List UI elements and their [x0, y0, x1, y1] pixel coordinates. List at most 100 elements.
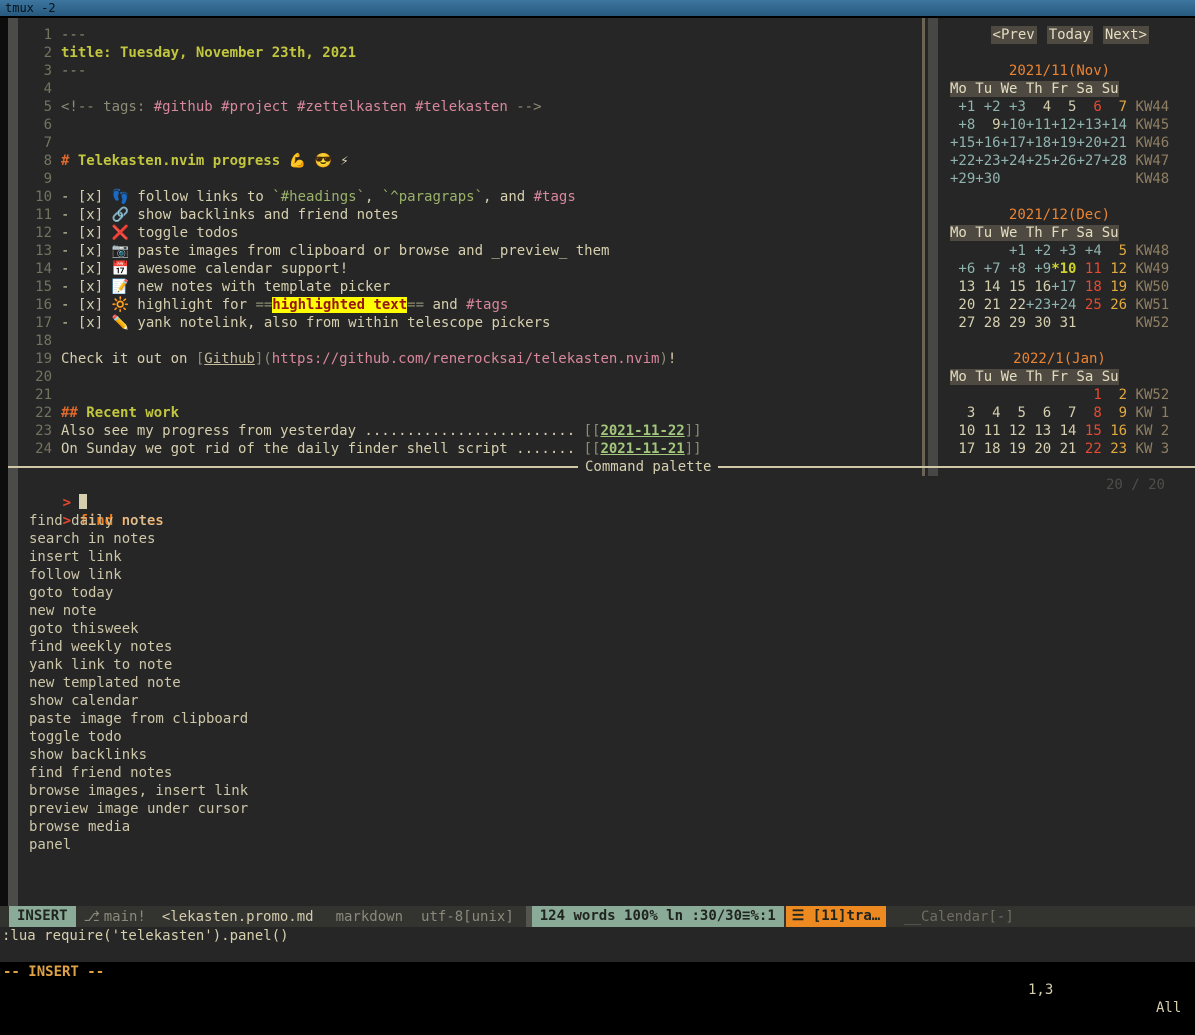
calendar-day[interactable]: 8	[1076, 405, 1101, 421]
calendar-day[interactable]: +13	[1076, 117, 1101, 133]
calendar-day[interactable]: +2	[1026, 243, 1051, 259]
calendar-day[interactable]: +4	[1076, 243, 1101, 259]
editor-line[interactable]: 20	[18, 368, 922, 386]
calendar-day[interactable]: 26	[1102, 297, 1127, 313]
editor-line[interactable]: 16- [x] 🔆 highlight for ==highlighted te…	[18, 296, 922, 314]
palette-item[interactable]: follow link	[12, 566, 1195, 584]
calendar-day[interactable]: 30	[1026, 315, 1051, 331]
palette-item[interactable]: yank link to note	[12, 656, 1195, 674]
calendar-day[interactable]: +3	[1001, 99, 1026, 115]
calendar-day[interactable]: +29	[950, 171, 975, 187]
editor-line[interactable]: 1---	[18, 26, 922, 44]
calendar-day[interactable]: 22	[1001, 297, 1026, 313]
calendar-day[interactable]: +27	[1076, 153, 1101, 169]
calendar-day[interactable]: 11	[975, 423, 1000, 439]
palette-item[interactable]: show calendar	[12, 692, 1195, 710]
palette-selected-item[interactable]: > find notes	[12, 494, 1195, 512]
calendar-day[interactable]: 9	[975, 117, 1000, 133]
calendar-day[interactable]: +8	[1001, 261, 1026, 277]
calendar-day[interactable]: +6	[950, 261, 975, 277]
palette-item[interactable]: show backlinks	[12, 746, 1195, 764]
calendar-day[interactable]: 6	[1076, 99, 1101, 115]
editor-line[interactable]: 6	[18, 116, 922, 134]
calendar-day[interactable]: 7	[1051, 405, 1076, 421]
calendar-day[interactable]: +17	[1001, 135, 1026, 151]
palette-item[interactable]: new note	[12, 602, 1195, 620]
calendar-day[interactable]: 27	[950, 315, 975, 331]
calendar-day[interactable]: 15	[1076, 423, 1101, 439]
editor-line[interactable]: 9	[18, 170, 922, 188]
editor-line[interactable]: 2title: Tuesday, November 23th, 2021	[18, 44, 922, 62]
palette-item[interactable]: new templated note	[12, 674, 1195, 692]
editor-line[interactable]: 5<!-- tags: #github #project #zettelkast…	[18, 98, 922, 116]
calendar-day[interactable]: +26	[1051, 153, 1076, 169]
calendar-next-button[interactable]: Next>	[1103, 26, 1149, 44]
calendar-prev-button[interactable]: <Prev	[991, 26, 1037, 44]
calendar-day[interactable]: 2	[1102, 387, 1127, 403]
palette-item[interactable]: find weekly notes	[12, 638, 1195, 656]
editor-line[interactable]: 22## Recent work	[18, 404, 922, 422]
calendar-day[interactable]: +23	[1026, 297, 1051, 313]
calendar-day[interactable]: *10	[1051, 261, 1076, 277]
calendar-day[interactable]: 9	[1102, 405, 1127, 421]
calendar-day[interactable]: 23	[1102, 441, 1127, 457]
calendar-day[interactable]: +10	[1001, 117, 1026, 133]
calendar-day[interactable]: 12	[1102, 261, 1127, 277]
editor-line[interactable]: 23Also see my progress from yesterday ..…	[18, 422, 922, 440]
palette-item[interactable]: goto thisweek	[12, 620, 1195, 638]
editor[interactable]: 1---2title: Tuesday, November 23th, 2021…	[18, 18, 922, 476]
calendar-day[interactable]: 31	[1051, 315, 1076, 331]
calendar-day[interactable]: 7	[1102, 99, 1127, 115]
editor-line[interactable]: 19Check it out on [Github](https://githu…	[18, 350, 922, 368]
calendar-day[interactable]: 12	[1001, 423, 1026, 439]
palette-item[interactable]: browse media	[12, 818, 1195, 836]
calendar-day[interactable]: +11	[1026, 117, 1051, 133]
editor-line[interactable]: 12- [x] ❌ toggle todos	[18, 224, 922, 242]
calendar-day[interactable]: 19	[1102, 279, 1127, 295]
calendar-day[interactable]: +2	[975, 99, 1000, 115]
calendar-day[interactable]: +21	[1102, 135, 1127, 151]
editor-line[interactable]: 10- [x] 👣 follow links to `#headings`, `…	[18, 188, 922, 206]
window-separator[interactable]	[922, 18, 925, 476]
calendar-day[interactable]: 13	[1026, 423, 1051, 439]
calendar-day[interactable]: +15	[950, 135, 975, 151]
calendar-day[interactable]: +18	[1026, 135, 1051, 151]
calendar-day[interactable]: 22	[1076, 441, 1101, 457]
calendar-day[interactable]: 16	[1026, 279, 1051, 295]
calendar-day[interactable]: +28	[1102, 153, 1127, 169]
calendar-day[interactable]: 14	[975, 279, 1000, 295]
calendar-day[interactable]: +12	[1051, 117, 1076, 133]
calendar-day[interactable]: 29	[1001, 315, 1026, 331]
calendar-day[interactable]: 3	[950, 405, 975, 421]
calendar-day[interactable]: +7	[975, 261, 1000, 277]
calendar-day[interactable]: 11	[1076, 261, 1101, 277]
editor-line[interactable]: 8# Telekasten.nvim progress 💪 😎 ⚡	[18, 152, 922, 170]
palette-item[interactable]: browse images, insert link	[12, 782, 1195, 800]
palette-item[interactable]: find daily notes	[12, 512, 1195, 530]
palette-item[interactable]: panel	[12, 836, 1195, 854]
calendar-day[interactable]: +24	[1001, 153, 1026, 169]
command-line[interactable]: :lua require('telekasten').panel()	[0, 927, 1195, 945]
calendar-day[interactable]: 19	[1001, 441, 1026, 457]
calendar-day[interactable]: +16	[975, 135, 1000, 151]
calendar-day[interactable]: +17	[1051, 279, 1076, 295]
calendar-day[interactable]: +14	[1102, 117, 1127, 133]
calendar-day[interactable]: 20	[950, 297, 975, 313]
calendar-day[interactable]: 14	[1051, 423, 1076, 439]
calendar-day[interactable]: +19	[1051, 135, 1076, 151]
calendar-day[interactable]: 16	[1102, 423, 1127, 439]
calendar-day[interactable]: 15	[1001, 279, 1026, 295]
calendar-day[interactable]: 13	[950, 279, 975, 295]
calendar-day[interactable]: 18	[975, 441, 1000, 457]
calendar-day[interactable]: 20	[1026, 441, 1051, 457]
calendar-day[interactable]: +20	[1076, 135, 1101, 151]
editor-line[interactable]: 18	[18, 332, 922, 350]
calendar-day[interactable]: 21	[1051, 441, 1076, 457]
editor-line[interactable]: 17- [x] ✏️ yank notelink, also from with…	[18, 314, 922, 332]
calendar-day[interactable]: 25	[1076, 297, 1101, 313]
palette-item[interactable]: search in notes	[12, 530, 1195, 548]
calendar-day[interactable]: 18	[1076, 279, 1101, 295]
calendar-day[interactable]: 10	[950, 423, 975, 439]
calendar-day[interactable]: 4	[975, 405, 1000, 421]
calendar-day[interactable]: +9	[1026, 261, 1051, 277]
